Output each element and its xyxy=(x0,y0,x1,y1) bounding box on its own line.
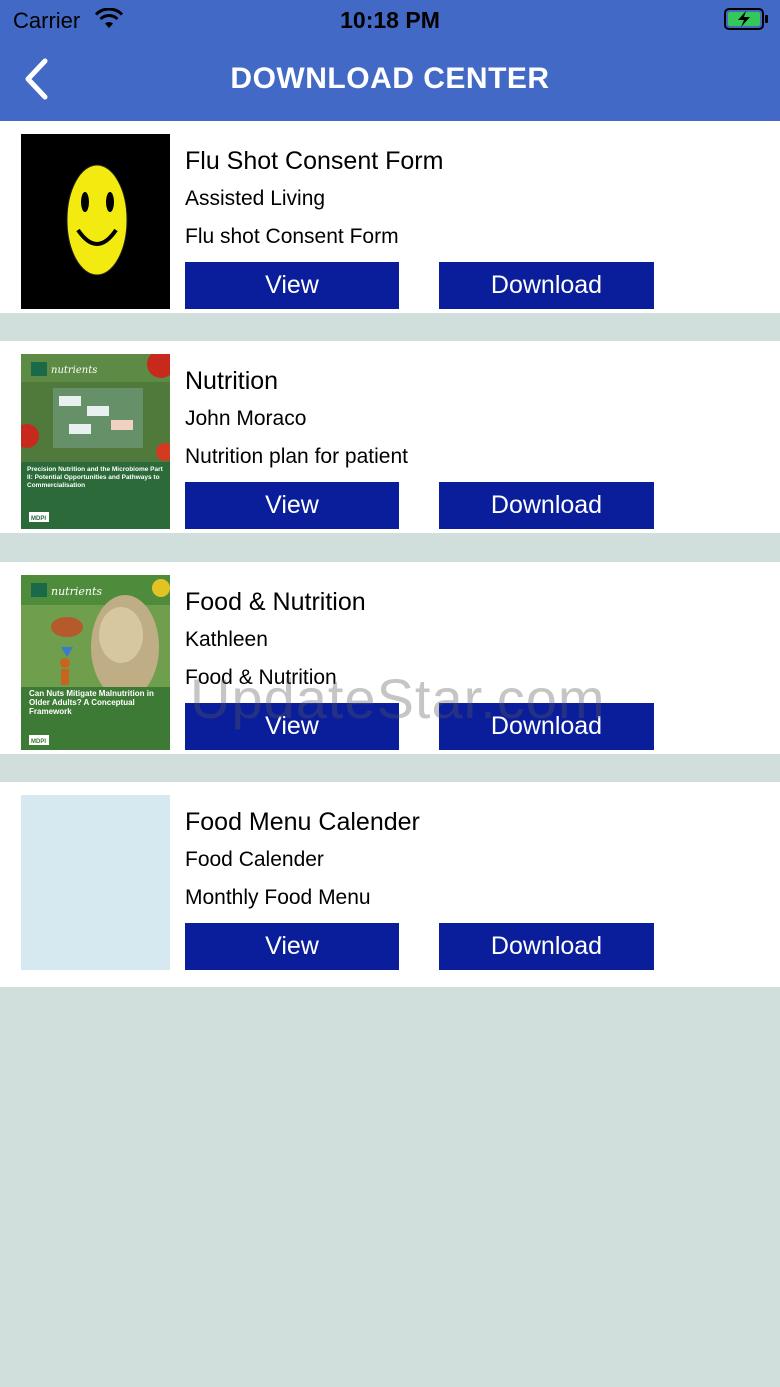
item-subtitle: John Moraco xyxy=(185,407,307,430)
item-title: Flu Shot Consent Form xyxy=(185,147,444,175)
watermark: UpdateStar.com xyxy=(190,667,606,730)
view-button[interactable]: View xyxy=(185,262,399,309)
item-title: Nutrition xyxy=(185,367,279,395)
nutrients-cover-thumbnail: nutrients Precision Nutrition and the Mi… xyxy=(21,354,170,529)
journal-cover-image: nutrients Precision Nutrition and the Mi… xyxy=(21,354,170,529)
item-description: Flu shot Consent Form xyxy=(185,225,399,248)
status-time: 10:18 PM xyxy=(340,7,440,33)
svg-text:nutrients: nutrients xyxy=(51,365,97,376)
nutrients-cover-thumbnail: nutrients Can Nuts Mitigate Malnutrition… xyxy=(21,575,170,750)
list-item: Food Menu Calender Food Calender Monthly… xyxy=(0,782,780,987)
item-title: Food Menu Calender xyxy=(185,808,420,836)
status-bar: Carrier 10:18 PM xyxy=(0,0,780,40)
item-description: Monthly Food Menu xyxy=(185,886,371,909)
item-description: Nutrition plan for patient xyxy=(185,445,408,468)
svg-text:MDPI: MDPI xyxy=(31,516,46,522)
list-item: Flu Shot Consent Form Assisted Living Fl… xyxy=(0,121,780,313)
smiley-face-icon xyxy=(66,164,128,276)
svg-text:nutrients: nutrients xyxy=(51,585,102,598)
svg-text:MDPI: MDPI xyxy=(31,739,46,745)
list-item: nutrients Precision Nutrition and the Mi… xyxy=(0,341,780,533)
smiley-thumbnail xyxy=(21,134,170,309)
item-subtitle: Assisted Living xyxy=(185,187,326,210)
item-title: Food & Nutrition xyxy=(185,588,366,616)
view-button[interactable]: View xyxy=(185,482,399,529)
item-subtitle: Food Calender xyxy=(185,848,324,871)
app-header: Carrier 10:18 PM DOWNLOAD CENTER xyxy=(0,0,780,121)
download-button[interactable]: Download xyxy=(439,923,654,970)
page-title: DOWNLOAD CENTER xyxy=(230,62,550,95)
view-button[interactable]: View xyxy=(185,923,399,970)
item-subtitle: Kathleen xyxy=(185,628,268,651)
download-button[interactable]: Download xyxy=(439,262,654,309)
download-button[interactable]: Download xyxy=(439,482,654,529)
blank-thumbnail xyxy=(21,795,170,970)
battery-charging-icon xyxy=(724,8,768,30)
journal-cover-image: nutrients Can Nuts Mitigate Malnutrition… xyxy=(21,575,170,750)
